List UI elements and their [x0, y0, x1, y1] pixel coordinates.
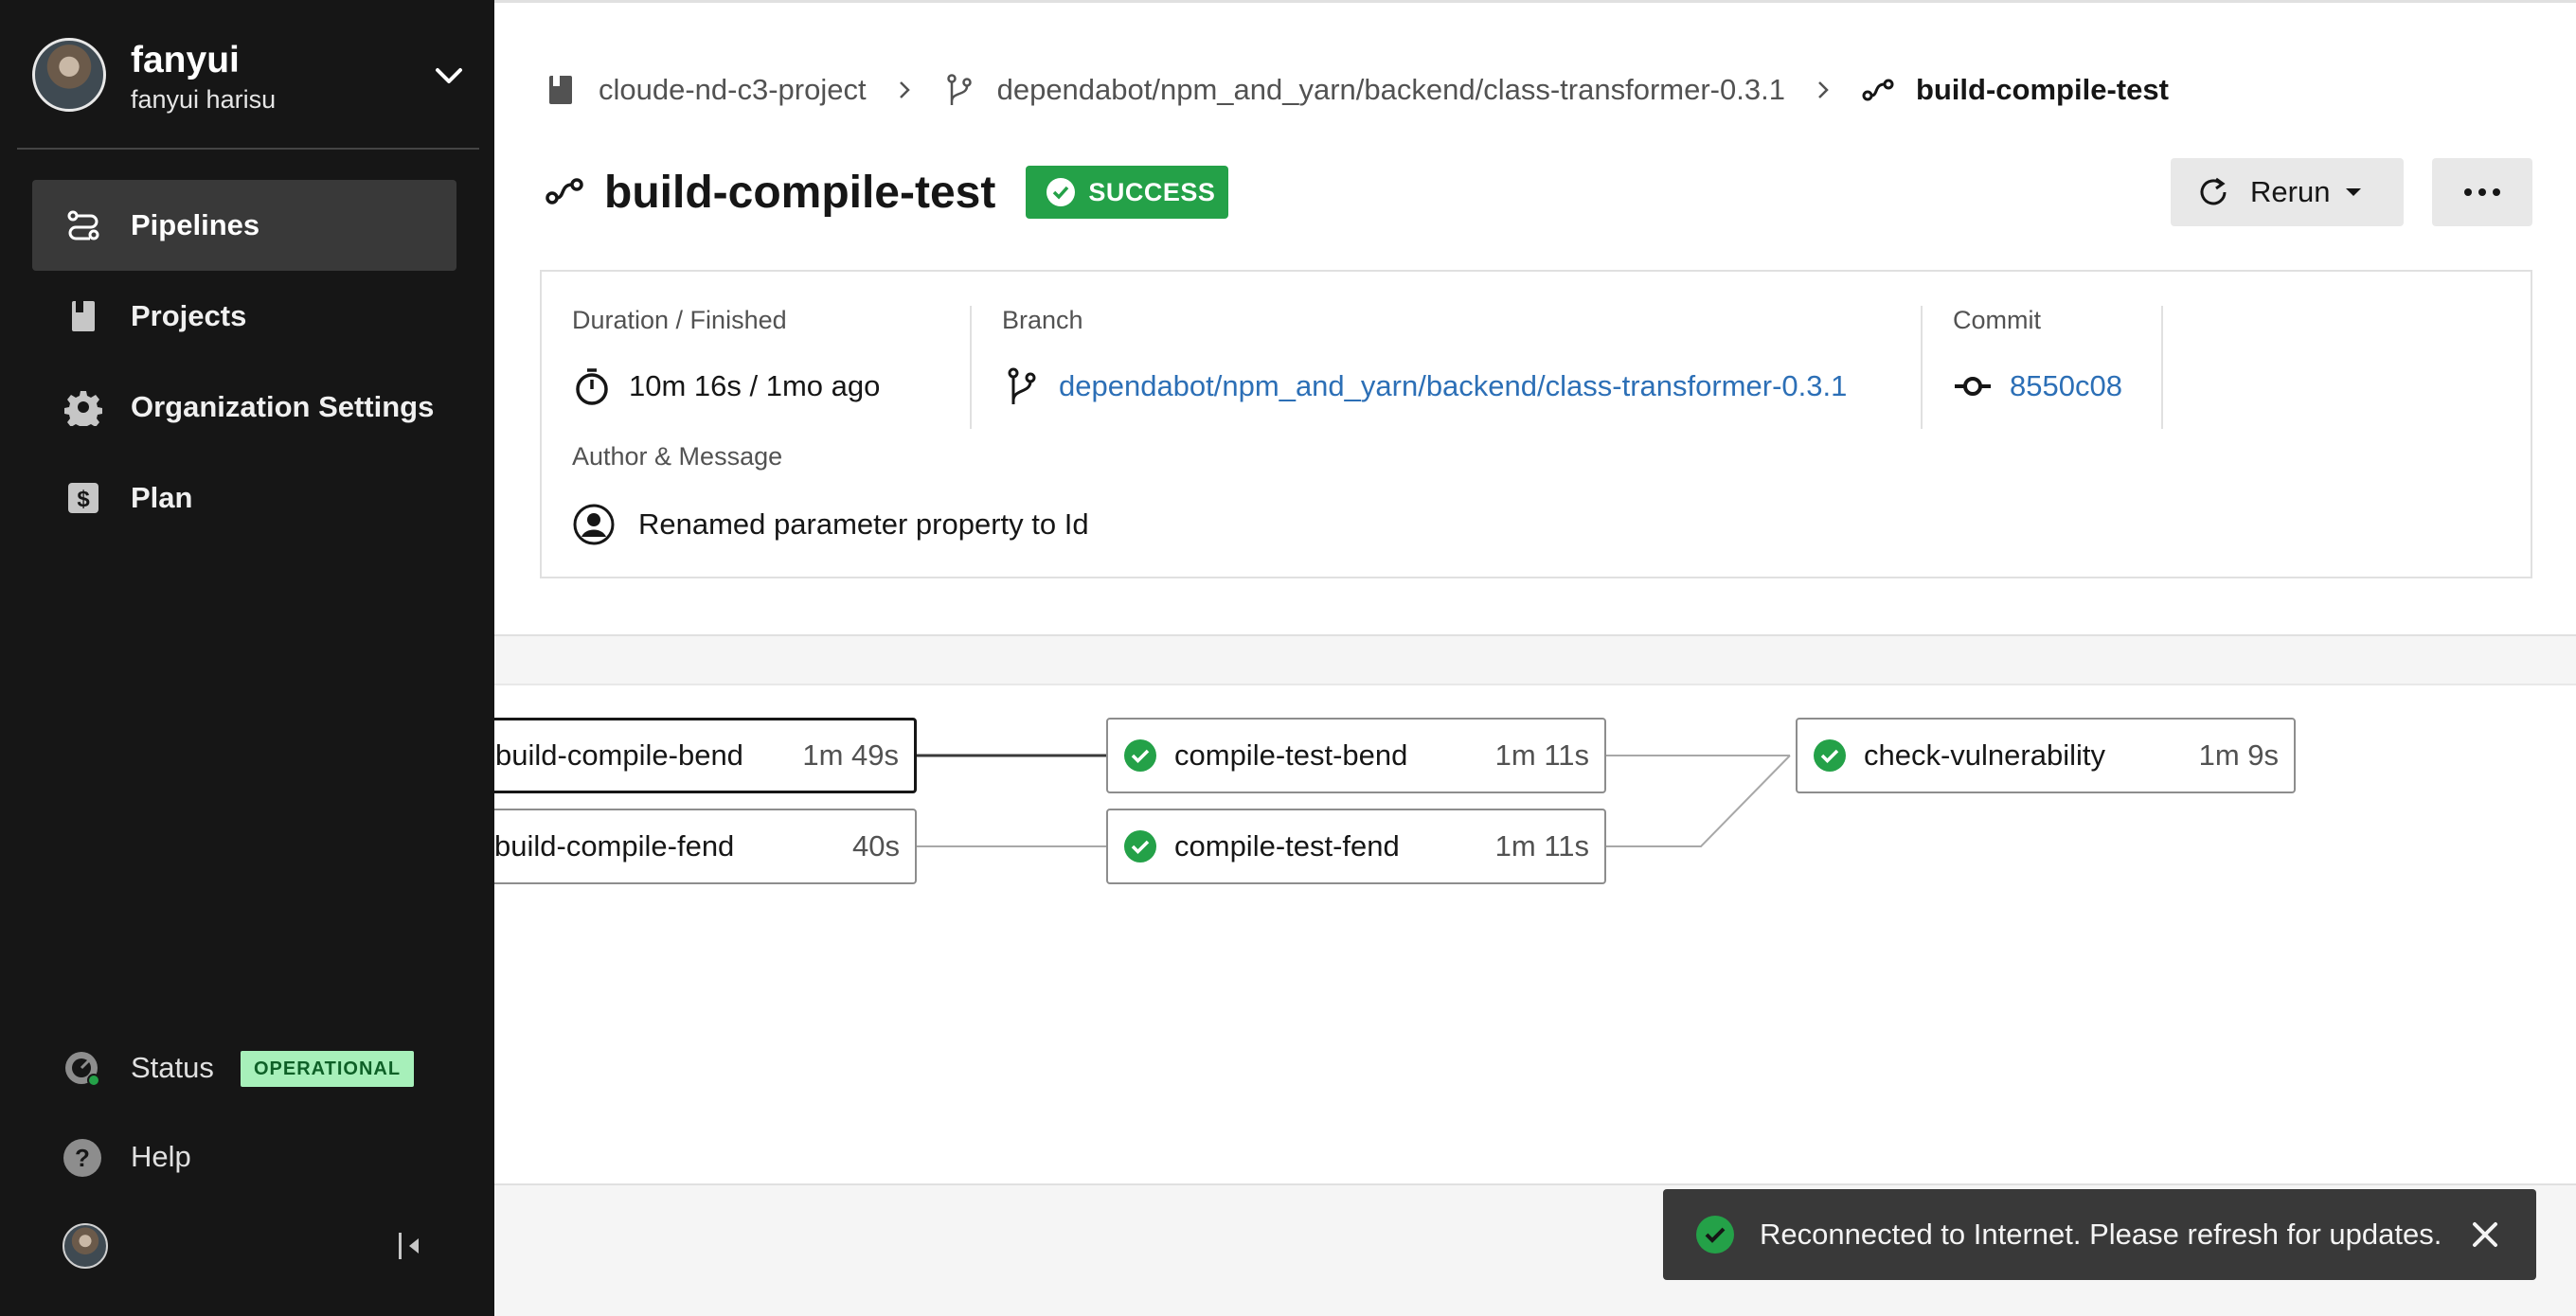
project-icon [549, 76, 572, 104]
job-node[interactable]: check-vulnerability 1m 9s [1796, 718, 2296, 793]
title-row: build-compile-test SUCCESS [544, 162, 1229, 222]
branch-icon [946, 74, 972, 105]
status-label: Status [131, 1051, 214, 1084]
page-title: build-compile-test [604, 167, 996, 218]
commit-section: Commit 8550c08 [1921, 306, 2163, 429]
app-root: fanyui fanyui harisu Pipelines Projects … [0, 0, 2576, 1316]
commit-link[interactable]: 8550c08 [2010, 369, 2122, 403]
dollar-icon: $ [68, 483, 98, 513]
workflow-icon [546, 178, 583, 205]
sidebar: fanyui fanyui harisu Pipelines Projects … [0, 0, 494, 1316]
breadcrumb-workflow: build-compile-test [1915, 73, 2169, 106]
branch-section: Branch dependabot/npm_and_yarn/backend/c… [970, 306, 1921, 429]
branch-link[interactable]: dependabot/npm_and_yarn/backend/class-tr… [1059, 369, 1847, 403]
sidebar-item-plan[interactable]: $ Plan [32, 453, 456, 543]
sidebar-nav: Pipelines Projects Organization Settings… [32, 180, 456, 543]
commit-icon [1955, 377, 1991, 396]
branch-label: Branch [1002, 306, 1083, 334]
sidebar-item-label: Organization Settings [131, 390, 435, 423]
refresh-icon [2200, 177, 2227, 205]
workflow-header: cloude-nd-c3-project dependabot/npm_and_… [494, 0, 2576, 636]
help-link[interactable]: ? Help [32, 1117, 468, 1197]
job-name: check-vulnerability [1864, 738, 2105, 772]
chevron-right-icon [899, 81, 910, 98]
sidebar-item-organization-settings[interactable]: Organization Settings [32, 362, 456, 453]
caret-down-icon [2346, 188, 2362, 196]
commit-label: Commit [1953, 306, 2041, 334]
status-gauge-icon [65, 1052, 100, 1087]
sidebar-item-label: Projects [131, 299, 247, 332]
rerun-button[interactable]: Rerun [2171, 158, 2404, 226]
branch-icon [1008, 367, 1036, 404]
job-name: compile-test-bend [1174, 738, 1408, 772]
check-circle-icon [1696, 1216, 1734, 1254]
duration-value: 10m 16s / 1mo ago [572, 366, 880, 406]
check-circle-icon [1124, 739, 1156, 772]
rerun-label: Rerun [2250, 175, 2331, 208]
commit-message: Renamed parameter property to Id [638, 507, 1089, 541]
duration-section: Duration / Finished 10m 16s / 1mo ago [572, 306, 970, 429]
check-circle-icon [1814, 739, 1846, 772]
collapse-sidebar-icon[interactable] [394, 1229, 428, 1263]
job-node[interactable]: compile-test-fend 1m 11s [1106, 809, 1606, 884]
status-badge: SUCCESS [1026, 166, 1229, 219]
user-name: fanyui [131, 40, 240, 80]
avatar[interactable] [63, 1223, 108, 1269]
projects-icon [72, 301, 95, 331]
breadcrumb-branch[interactable]: dependabot/npm_and_yarn/backend/class-tr… [997, 73, 1785, 107]
author-message: Renamed parameter property to Id [572, 503, 1089, 546]
job-node[interactable]: build-compile-bend 1m 49s [494, 718, 917, 793]
job-name: compile-test-fend [1174, 829, 1400, 863]
overflow-menu-icon [2464, 188, 2500, 196]
more-options-button[interactable] [2432, 158, 2532, 226]
status-link[interactable]: Status OPERATIONAL [32, 1028, 468, 1108]
branch-value: dependabot/npm_and_yarn/backend/class-tr… [1002, 366, 1847, 406]
job-duration: 40s [852, 829, 900, 863]
timer-icon [576, 368, 608, 405]
user-menu[interactable]: fanyui fanyui harisu [32, 36, 468, 114]
workflow-icon [1862, 79, 1894, 101]
check-circle-icon [1046, 178, 1076, 206]
check-circle-icon [1124, 830, 1156, 863]
job-node[interactable]: build-compile-fend 40s [494, 809, 917, 884]
sidebar-item-projects[interactable]: Projects [32, 271, 456, 362]
commit-value: 8550c08 [1953, 366, 2122, 406]
status-badge: OPERATIONAL [241, 1051, 415, 1087]
user-avatar-icon [573, 504, 615, 545]
avatar [32, 38, 106, 112]
sidebar-item-label: Plan [131, 481, 193, 514]
duration-text: 10m 16s / 1mo ago [629, 369, 881, 402]
chevron-right-icon [1818, 81, 1829, 98]
sidebar-item-label: Pipelines [131, 208, 260, 241]
duration-label: Duration / Finished [572, 306, 787, 334]
job-name: build-compile-fend [494, 829, 735, 863]
job-node[interactable]: compile-test-bend 1m 11s [1106, 718, 1606, 793]
author-label: Author & Message [572, 442, 783, 471]
notification-toast: Reconnected to Internet. Please refresh … [1663, 1189, 2536, 1280]
user-full-name: fanyui harisu [131, 85, 277, 114]
pipelines-icon [67, 210, 99, 240]
breadcrumb: cloude-nd-c3-project dependabot/npm_and_… [544, 65, 2169, 115]
workflow-graph: build-compile-bend 1m 49s build-compile-… [494, 684, 2576, 1185]
sidebar-divider [17, 148, 479, 150]
help-label: Help [131, 1140, 191, 1173]
main-content: cloude-nd-c3-project dependabot/npm_and_… [494, 0, 2576, 1316]
toast-message: Reconnected to Internet. Please refresh … [1760, 1218, 2442, 1251]
job-duration: 1m 9s [2198, 738, 2279, 772]
chevron-down-icon[interactable] [430, 57, 468, 95]
status-badge-label: SUCCESS [1088, 177, 1216, 206]
help-icon: ? [63, 1139, 101, 1177]
sidebar-item-pipelines[interactable]: Pipelines [32, 180, 456, 271]
svg-text:?: ? [75, 1144, 90, 1172]
breadcrumb-project[interactable]: cloude-nd-c3-project [599, 73, 867, 107]
job-duration: 1m 11s [1494, 829, 1589, 863]
job-duration: 1m 11s [1494, 738, 1589, 772]
gear-icon [64, 391, 102, 426]
close-icon[interactable] [2470, 1219, 2500, 1250]
job-name: build-compile-bend [495, 738, 743, 772]
workflow-info-card: Duration / Finished 10m 16s / 1mo ago Br… [540, 270, 2532, 578]
svg-text:$: $ [77, 487, 90, 512]
job-duration: 1m 49s [802, 738, 899, 772]
